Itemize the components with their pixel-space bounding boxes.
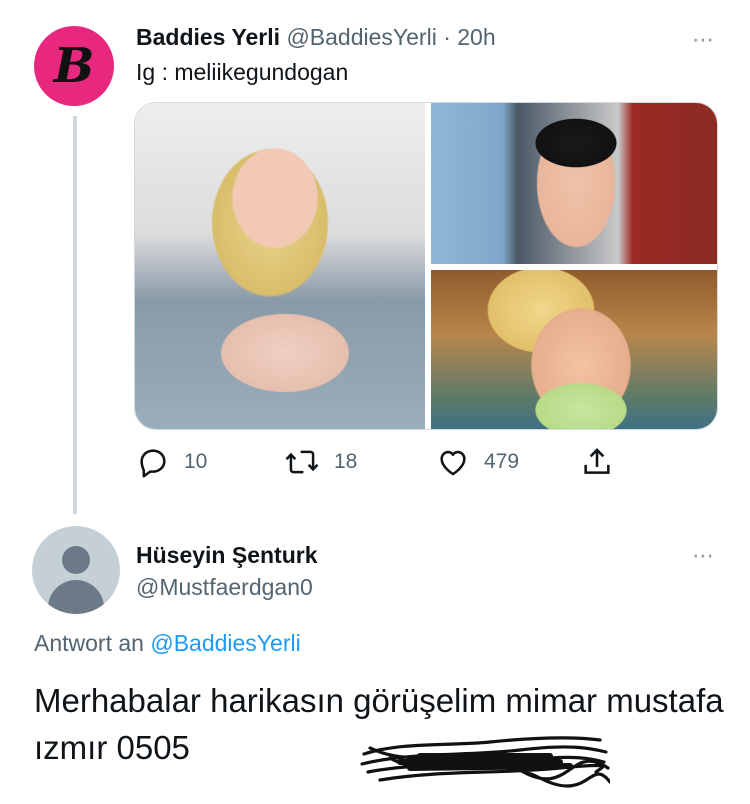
replying-to: Antwort an @BaddiesYerli [34, 628, 301, 658]
retweet-button[interactable]: 18 [284, 444, 357, 480]
replying-to-handle-link[interactable]: @BaddiesYerli [150, 630, 300, 656]
tweet-timestamp[interactable]: 20h [457, 24, 495, 50]
share-icon [584, 448, 610, 474]
tweet-text: Ig : meliikegundogan [136, 59, 349, 85]
photo-1[interactable] [135, 103, 425, 429]
tweet-header: Baddies Yerli @BaddiesYerli · 20h [136, 22, 496, 52]
original-tweet[interactable]: B Baddies Yerli @BaddiesYerli · 20h ⋯ Ig… [0, 0, 750, 520]
like-count: 479 [484, 450, 520, 473]
retweet-icon [285, 450, 319, 474]
more-options-icon[interactable]: ⋯ [692, 29, 716, 51]
reply-author-handle[interactable]: @Mustfaerdgan0 [136, 572, 313, 602]
reply-author-name[interactable]: Hüseyin Şenturk [136, 540, 318, 570]
replying-to-label: Antwort an [34, 630, 144, 656]
avatar-logo-letter: B [53, 38, 95, 94]
heart-icon [440, 450, 466, 476]
thread-connector-line [73, 116, 77, 514]
scribble-redaction [360, 736, 610, 788]
like-button[interactable]: 479 [436, 444, 519, 480]
reply-count: 10 [184, 450, 208, 473]
author-handle[interactable]: @BaddiesYerli [286, 24, 436, 50]
photo-2[interactable] [431, 103, 717, 264]
share-button[interactable] [580, 444, 614, 480]
tweet-actions: 10 18 479 [136, 444, 636, 480]
default-avatar-icon[interactable] [32, 526, 120, 614]
reply-icon [140, 449, 166, 478]
reply-tweet[interactable]: Hüseyin Şenturk @Mustfaerdgan0 ⋯ Antwort… [0, 520, 750, 804]
retweet-count: 18 [334, 450, 358, 473]
media-grid [134, 102, 718, 430]
author-avatar[interactable]: B [34, 26, 114, 106]
reply-more-options-icon[interactable]: ⋯ [692, 545, 716, 567]
photo-3[interactable] [431, 270, 717, 429]
header-separator: · [443, 24, 451, 50]
reply-button[interactable]: 10 [136, 444, 207, 480]
author-name[interactable]: Baddies Yerli [136, 24, 280, 50]
